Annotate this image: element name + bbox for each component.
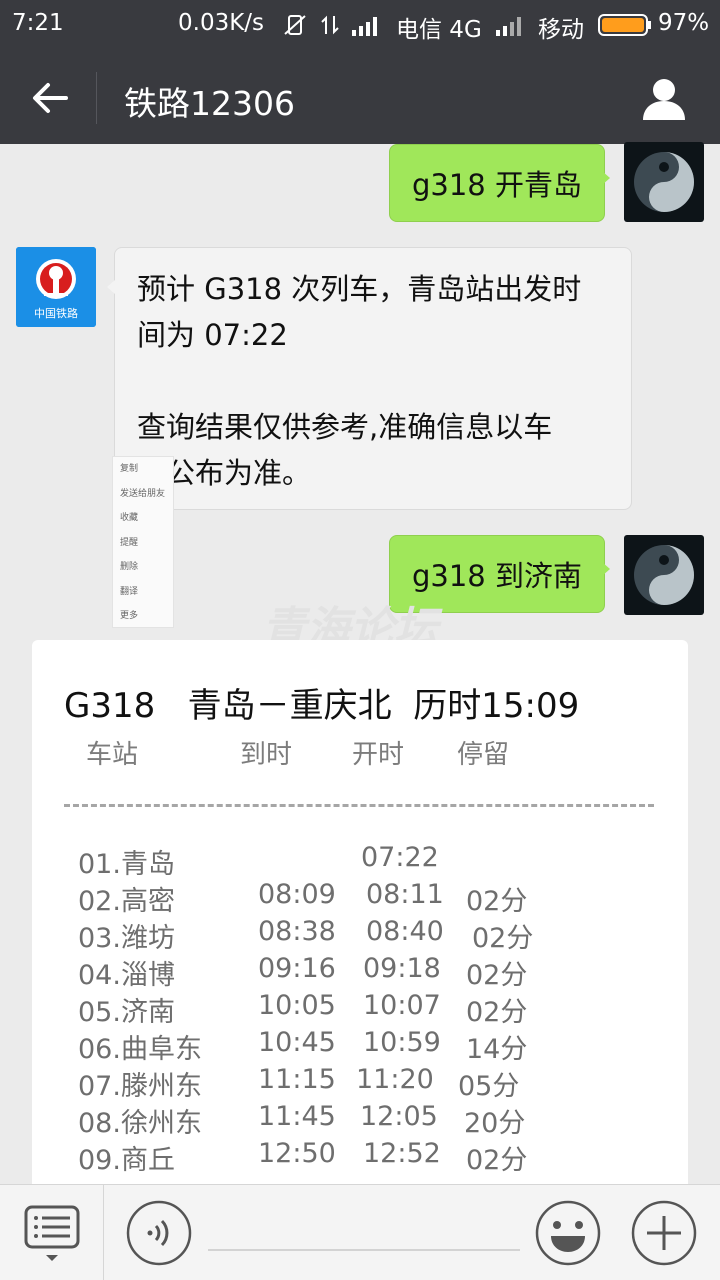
schedule-title: G318 青岛－重庆北 历时15:09 [64, 686, 580, 726]
carrier-1: 电信 4G [396, 17, 482, 43]
depart-time: 07:22 [361, 842, 439, 873]
station-name: 05.济南 [78, 997, 175, 1028]
station-name: 01.青岛 [78, 849, 175, 880]
station-name: 09.商丘 [78, 1145, 175, 1176]
emoji-button[interactable] [535, 1200, 601, 1270]
logo-caption: 中国铁路 [34, 307, 78, 320]
depart-time: 08:40 [366, 916, 444, 947]
message-input[interactable] [208, 1249, 520, 1251]
station-name: 07.滕州东 [78, 1071, 202, 1102]
station-name: 02.高密 [78, 886, 175, 917]
voice-icon [126, 1200, 192, 1266]
depart-time: 08:11 [366, 879, 444, 910]
menu-item-send[interactable]: 发送给朋友 [113, 482, 173, 507]
station-name: 08.徐州东 [78, 1108, 202, 1139]
smile-icon [535, 1200, 601, 1266]
chat-title: 铁路12306 [124, 84, 295, 123]
data-transfer-icon [320, 12, 340, 44]
menu-item-favorite[interactable]: 收藏 [113, 506, 173, 531]
arrive-time: 09:16 [258, 953, 336, 984]
column-header-stay: 停留 [457, 740, 510, 770]
add-button[interactable] [631, 1200, 697, 1270]
arrive-time: 11:45 [258, 1101, 336, 1132]
menu-item-translate[interactable]: 翻译 [113, 580, 173, 605]
stay-duration: 20分 [464, 1108, 526, 1139]
arrive-time: 12:50 [258, 1138, 336, 1169]
person-icon [643, 79, 685, 120]
vibrate-off-icon [282, 12, 308, 44]
signal-icon [494, 12, 528, 44]
schedule-row: 01.青岛 07:22 [32, 842, 688, 880]
stay-duration: 02分 [466, 997, 528, 1028]
schedule-row: 07.滕州东 11:15 11:20 05分 [32, 1064, 688, 1102]
depart-time: 10:59 [363, 1027, 441, 1058]
menu-item-more[interactable]: 更多 [113, 604, 173, 629]
stay-duration: 02分 [466, 1145, 528, 1176]
menu-item-delete[interactable]: 删除 [113, 555, 173, 580]
arrow-left-icon [33, 83, 68, 113]
message-line: 间为 07:22 [137, 318, 288, 352]
header-divider [96, 72, 97, 124]
user-avatar[interactable] [624, 142, 704, 222]
stay-duration: 02分 [472, 923, 534, 954]
battery-icon [598, 13, 652, 43]
arrive-time: 08:38 [258, 916, 336, 947]
depart-time: 12:05 [360, 1101, 438, 1132]
battery-level: 97% [658, 10, 710, 36]
depart-time: 11:20 [356, 1064, 434, 1095]
station-name: 04.淄博 [78, 960, 175, 991]
user-avatar[interactable] [624, 535, 704, 615]
message-line: 查询结果仅供参考,准确信息以车 [137, 410, 553, 444]
message-text: g318 到济南 [412, 559, 582, 593]
status-time: 7:21 [12, 10, 64, 36]
arrive-time: 08:09 [258, 879, 336, 910]
station-name: 03.潍坊 [78, 923, 175, 954]
net-speed: 0.03K/s [178, 10, 265, 36]
stay-duration: 05分 [458, 1071, 520, 1102]
message-line: 站公布为准。 [137, 456, 312, 490]
voice-button[interactable] [126, 1200, 192, 1270]
railway-logo-avatar[interactable]: 中国铁路 [16, 247, 96, 327]
input-toolbar [0, 1184, 720, 1280]
schedule-card[interactable]: G318 青岛－重庆北 历时15:09 车站 到时 开时 停留 01.青岛 07… [32, 640, 688, 1200]
schedule-row: 03.潍坊 08:38 08:40 02分 [32, 916, 688, 954]
back-button[interactable] [30, 78, 70, 118]
schedule-row: 05.济南 10:05 10:07 02分 [32, 990, 688, 1028]
menu-toggle-button[interactable] [24, 1205, 80, 1271]
app-bar: 铁路12306 [0, 50, 720, 144]
signal-icon [350, 12, 384, 44]
arrive-time: 11:15 [258, 1064, 336, 1095]
schedule-row: 02.高密 08:09 08:11 02分 [32, 879, 688, 917]
station-name: 06.曲阜东 [78, 1034, 202, 1065]
list-menu-icon [24, 1205, 80, 1261]
depart-time: 12:52 [363, 1138, 441, 1169]
arrive-time: 10:45 [258, 1027, 336, 1058]
stay-duration: 14分 [466, 1034, 528, 1065]
toolbar-divider [103, 1185, 104, 1280]
column-header-station: 车站 [86, 740, 139, 770]
carrier-2: 移动 [538, 17, 584, 43]
context-menu: 复制 发送给朋友 收藏 提醒 删除 翻译 更多 [112, 456, 174, 628]
depart-time: 10:07 [363, 990, 441, 1021]
schedule-row: 06.曲阜东 10:45 10:59 14分 [32, 1027, 688, 1065]
message-line: 预计 G318 次列车，青岛站出发时 [137, 272, 582, 306]
schedule-row: 04.淄博 09:16 09:18 02分 [32, 953, 688, 991]
stay-duration: 02分 [466, 886, 528, 917]
menu-item-remind[interactable]: 提醒 [113, 531, 173, 556]
depart-time: 09:18 [363, 953, 441, 984]
status-bar: 7:21 0.03K/s 电信 4G 移动 97% [0, 0, 720, 50]
message-text: g318 开青岛 [412, 168, 582, 202]
schedule-row: 08.徐州东 11:45 12:05 20分 [32, 1101, 688, 1139]
arrive-time: 10:05 [258, 990, 336, 1021]
profile-button[interactable] [640, 74, 688, 122]
stay-duration: 02分 [466, 960, 528, 991]
column-header-arrive: 到时 [240, 740, 293, 770]
message-bubble-outgoing[interactable]: g318 开青岛 [389, 144, 610, 222]
column-header-depart: 开时 [352, 740, 405, 770]
menu-item-copy[interactable]: 复制 [113, 457, 173, 482]
dashed-divider [64, 804, 654, 807]
schedule-row: 09.商丘 12:50 12:52 02分 [32, 1138, 688, 1176]
plus-icon [631, 1200, 697, 1266]
message-bubble-incoming[interactable]: 预计 G318 次列车，青岛站出发时 间为 07:22 查询结果仅供参考,准确信… [107, 247, 632, 510]
